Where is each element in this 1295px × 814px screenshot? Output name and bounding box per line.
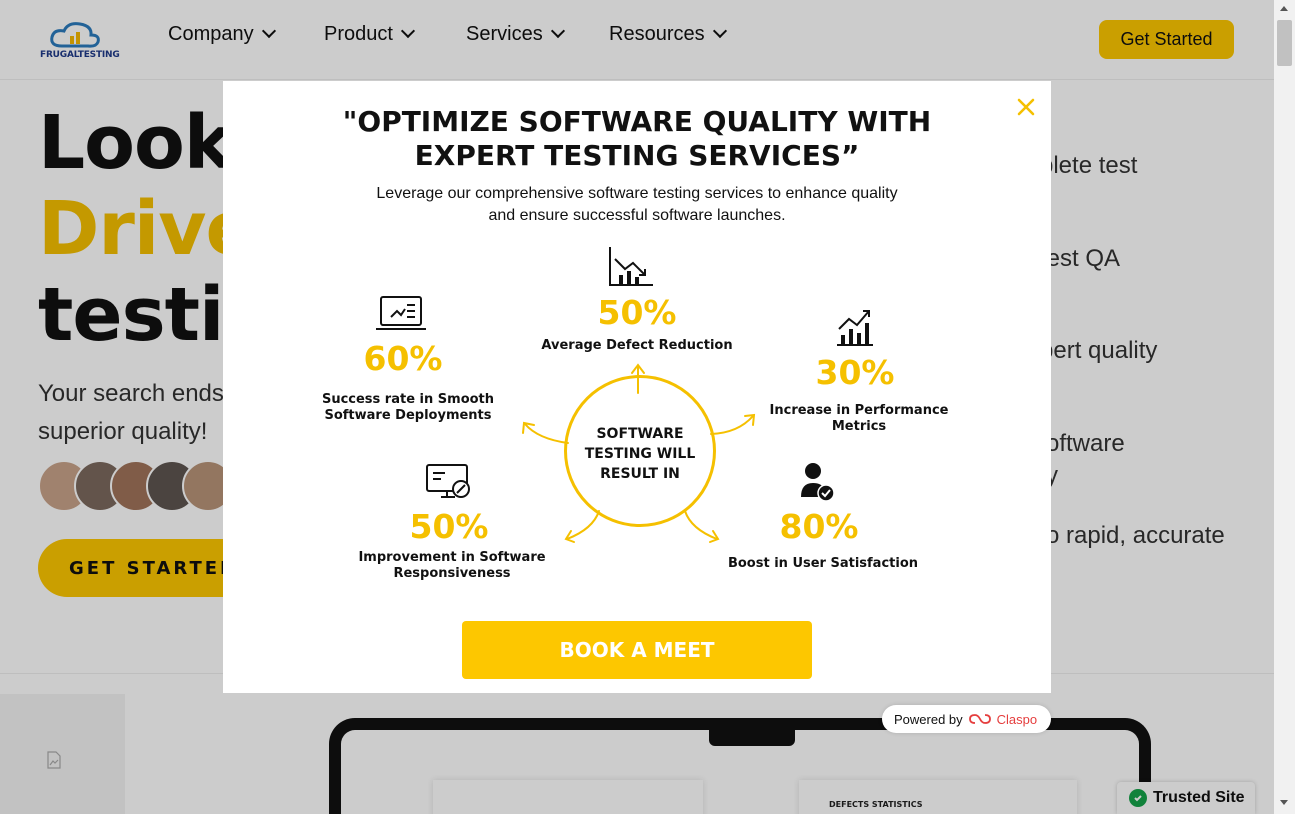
modal-title: "OPTIMIZE SOFTWARE QUALITY WITH EXPERT T… xyxy=(223,105,1051,173)
stat-responsiveness-label-line1: Improvement in Software xyxy=(358,550,546,565)
modal-title-line2: EXPERT TESTING SERVICES” xyxy=(414,139,860,172)
stat-defect-reduction-value: 50% xyxy=(597,293,677,332)
stat-deployments-label-line1: Success rate in Smooth xyxy=(321,392,495,407)
modal-title-line1: "OPTIMIZE SOFTWARE QUALITY WITH xyxy=(342,105,932,138)
promo-modal: "OPTIMIZE SOFTWARE QUALITY WITH EXPERT T… xyxy=(223,81,1051,693)
stat-deployments-value: 60% xyxy=(363,339,443,378)
book-a-meet-button[interactable]: BOOK A MEET xyxy=(462,621,812,679)
scroll-up-arrow-icon[interactable] xyxy=(1280,6,1288,11)
center-text-line1: SOFTWARE xyxy=(596,426,684,442)
claspo-logo-icon xyxy=(968,714,991,724)
stat-satisfaction-label: Boost in User Satisfaction xyxy=(727,556,919,571)
stat-responsiveness-label-line2: Responsiveness xyxy=(393,566,511,581)
monitor-tools-icon xyxy=(426,464,470,498)
center-text-line3: RESULT IN xyxy=(600,466,680,482)
stat-responsiveness-label: Improvement in Software Responsiveness xyxy=(337,550,567,582)
stat-performance-value: 30% xyxy=(815,353,895,392)
powered-by-label: Powered by xyxy=(894,711,963,727)
arrow-down-left xyxy=(566,510,600,540)
user-check-icon xyxy=(801,463,835,502)
claspo-brand-label: Claspo xyxy=(996,711,1038,727)
stat-deployments-label-line2: Software Deployments xyxy=(324,408,492,423)
center-circle: SOFTWARE TESTING WILL RESULT IN xyxy=(564,375,716,527)
modal-description: Leverage our comprehensive software test… xyxy=(223,183,1051,227)
stat-responsiveness-value: 50% xyxy=(409,507,489,546)
powered-by-claspo[interactable]: Powered by Claspo xyxy=(882,705,1051,733)
chart-up-icon xyxy=(837,310,873,346)
chart-down-icon xyxy=(609,247,653,286)
stat-defect-reduction-label: Average Defect Reduction xyxy=(541,338,733,353)
modal-description-line2: and ensure successful software launches. xyxy=(488,207,786,224)
stat-performance-label: Increase in Performance Metrics xyxy=(745,403,973,435)
scrollbar-thumb[interactable] xyxy=(1277,20,1292,66)
center-circle-text: SOFTWARE TESTING WILL RESULT IN xyxy=(567,424,713,484)
stat-satisfaction-value: 80% xyxy=(779,507,859,546)
center-text-line2: TESTING WILL xyxy=(584,446,696,462)
stat-deployments-label: Success rate in Smooth Software Deployme… xyxy=(293,392,523,424)
modal-description-line1: Leverage our comprehensive software test… xyxy=(376,185,898,202)
vertical-scrollbar[interactable] xyxy=(1274,0,1295,814)
arrow-down-right xyxy=(684,510,718,540)
arrow-up-left xyxy=(524,423,569,444)
laptop-icon xyxy=(376,296,426,330)
scroll-down-arrow-icon[interactable] xyxy=(1280,800,1288,805)
stat-performance-label-line2: Metrics xyxy=(831,419,887,434)
stat-performance-label-line1: Increase in Performance xyxy=(769,403,949,418)
